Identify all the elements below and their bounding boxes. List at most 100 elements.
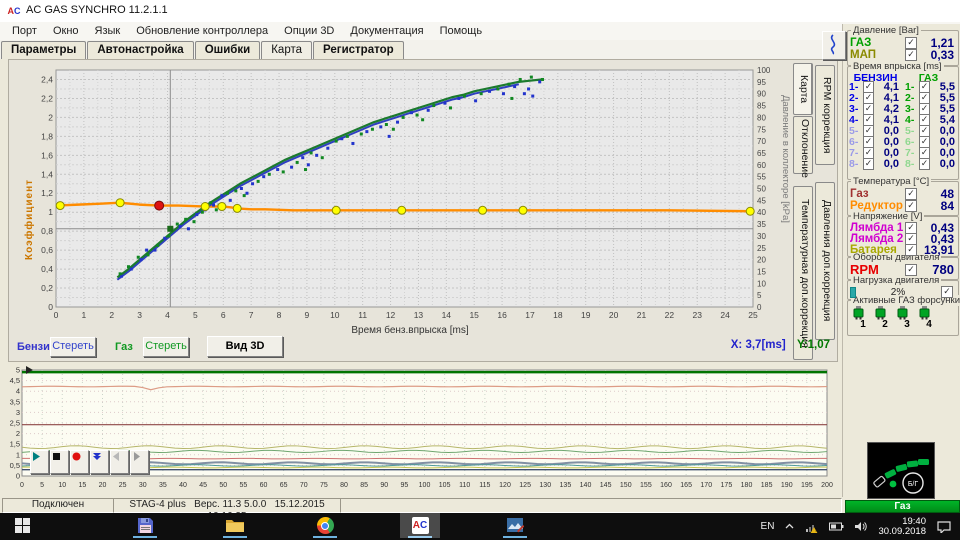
map-yaxis-right-title: Давление в коллекторе [kPa] [780,95,791,223]
play-button[interactable] [30,450,49,474]
skip-end-icon [93,453,101,460]
svg-text:25: 25 [119,482,127,489]
step-forward-button[interactable] [130,450,149,474]
svg-text:155: 155 [640,482,652,489]
checkbox[interactable]: ✓ [862,158,875,170]
svg-text:170: 170 [700,482,712,489]
start-button[interactable] [2,513,42,538]
tray-battery-icon[interactable] [829,522,844,531]
injector-cell-1: 1 [852,306,874,330]
tray-date: 30.09.2018 [878,525,926,537]
svg-text:150: 150 [620,482,632,489]
svg-text:0: 0 [757,303,762,312]
menu-item-7[interactable]: Помощь [432,25,491,37]
scope-cursor-icon [26,366,33,374]
gas-level-indicator[interactable]: Б/Г [867,442,935,499]
svg-text:200: 200 [821,482,833,489]
menu-item-6[interactable]: Документация [342,25,431,37]
side-tab-отклонение[interactable]: Отклонение [793,116,813,178]
map-chart[interactable]: 0 1 2 3 4 5 6 7 8 9 10 11 12 13 14 15 16 17 18 19 20 21 22 23 24… [8,58,838,340]
svg-text:19: 19 [581,310,591,320]
checkbox[interactable]: ✓ [905,49,917,61]
floppy-disk-icon [137,518,153,533]
svg-text:2: 2 [109,310,114,320]
app-logo-icon: AC [7,4,21,18]
injector-icon [853,306,864,320]
side-tab-температурная[interactable]: Температурная доп.коррекция [793,186,813,360]
menu-item-5[interactable]: Опции 3D [276,25,342,37]
scope-toggle-button[interactable] [822,31,846,60]
taskbar-file-explorer[interactable] [215,513,255,538]
svg-text:30: 30 [757,232,766,241]
menu-item-4[interactable]: Обновление контроллера [128,25,276,37]
tray-notification-icon[interactable] [937,520,951,533]
gas-injection-time: 0,0 [939,158,955,170]
scope-toolbar [30,450,150,474]
svg-text:1,4: 1,4 [41,169,53,179]
taskbar-save-app[interactable] [125,513,165,538]
injection-row-8: 8- ✓ 0,0 8- ✓ 0,0 [849,158,955,170]
svg-text:15: 15 [757,267,766,276]
step-back-button[interactable] [110,450,129,474]
tray-chevron-icon[interactable] [784,521,795,532]
injector-cell-4: 4 [918,306,940,330]
checkbox[interactable]: ✓ [905,200,917,212]
menu-item-3[interactable]: Язык [87,25,129,37]
record-button[interactable] [70,450,89,474]
tab-3[interactable]: Ошибки [194,41,261,59]
svg-text:40: 40 [179,482,187,489]
tab-1[interactable]: Параметры [1,41,87,59]
svg-text:175: 175 [721,482,733,489]
stop-button[interactable] [50,450,69,474]
tray-clock[interactable]: 19:40 30.09.2018 [878,516,926,537]
cursor-x-value: 3,7[ms] [745,339,786,351]
svg-text:!: ! [816,528,817,533]
svg-text:22: 22 [665,310,675,320]
menu-item-1[interactable]: Порт [4,25,45,37]
gas-status-led [889,480,897,488]
taskbar-chrome[interactable] [305,513,345,538]
checkbox[interactable]: ✓ [905,244,917,256]
benzin-clear-button[interactable]: Стереть [50,337,96,357]
tab-2[interactable]: Автонастройка [87,41,194,59]
svg-text:45: 45 [757,196,766,205]
skip-end-button[interactable] [90,450,109,474]
svg-text:0: 0 [20,482,24,489]
svg-text:13: 13 [414,310,424,320]
tray-network-icon[interactable]: ! [805,521,819,533]
tab-5[interactable]: Регистратор [313,41,404,59]
view-3d-button[interactable]: Вид 3D [207,336,283,357]
svg-text:55: 55 [757,173,766,182]
taskbar-ac-gas-synchro-active[interactable]: AC [400,513,440,538]
tray-volume-icon[interactable] [854,521,868,532]
svg-text:21: 21 [637,310,647,320]
svg-text:70: 70 [300,482,308,489]
side-tab-rpm[interactable]: RPM коррекция [815,65,835,165]
svg-text:10: 10 [58,482,66,489]
oscilloscope-chart[interactable]: 0 5 10 15 20 25 30 35 40 45 50 55 60 65 70 75 80 85 90 95 10… [8,364,836,497]
taskbar-photo-app[interactable] [495,513,535,538]
side-tab-карта[interactable]: Карта [793,63,813,115]
gas-level-segments [873,459,929,488]
svg-text:1: 1 [82,310,87,320]
svg-text:1: 1 [48,207,53,217]
tray-language[interactable]: EN [761,521,775,532]
injector-number: 8- [905,158,915,170]
svg-text:15: 15 [78,482,86,489]
svg-text:25: 25 [757,244,766,253]
checkbox[interactable]: ✓ [918,158,931,170]
svg-text:5: 5 [757,291,762,300]
menu-item-2[interactable]: Окно [45,25,87,37]
cursor-readout: X: 3,7[ms] Y:1,07 [640,339,830,351]
benzin-injection-time: 0,0 [883,158,899,170]
svg-text:18: 18 [553,310,563,320]
svg-text:65: 65 [757,149,766,158]
checkbox[interactable]: ✓ [941,286,953,298]
checkbox[interactable]: ✓ [905,263,917,276]
svg-text:120: 120 [499,482,511,489]
side-tab-давления[interactable]: Давления доп.коррекция [815,182,835,340]
svg-text:17: 17 [525,310,535,320]
gas-clear-button[interactable]: Стереть [143,337,189,357]
svg-text:180: 180 [741,482,753,489]
svg-text:90: 90 [380,482,388,489]
